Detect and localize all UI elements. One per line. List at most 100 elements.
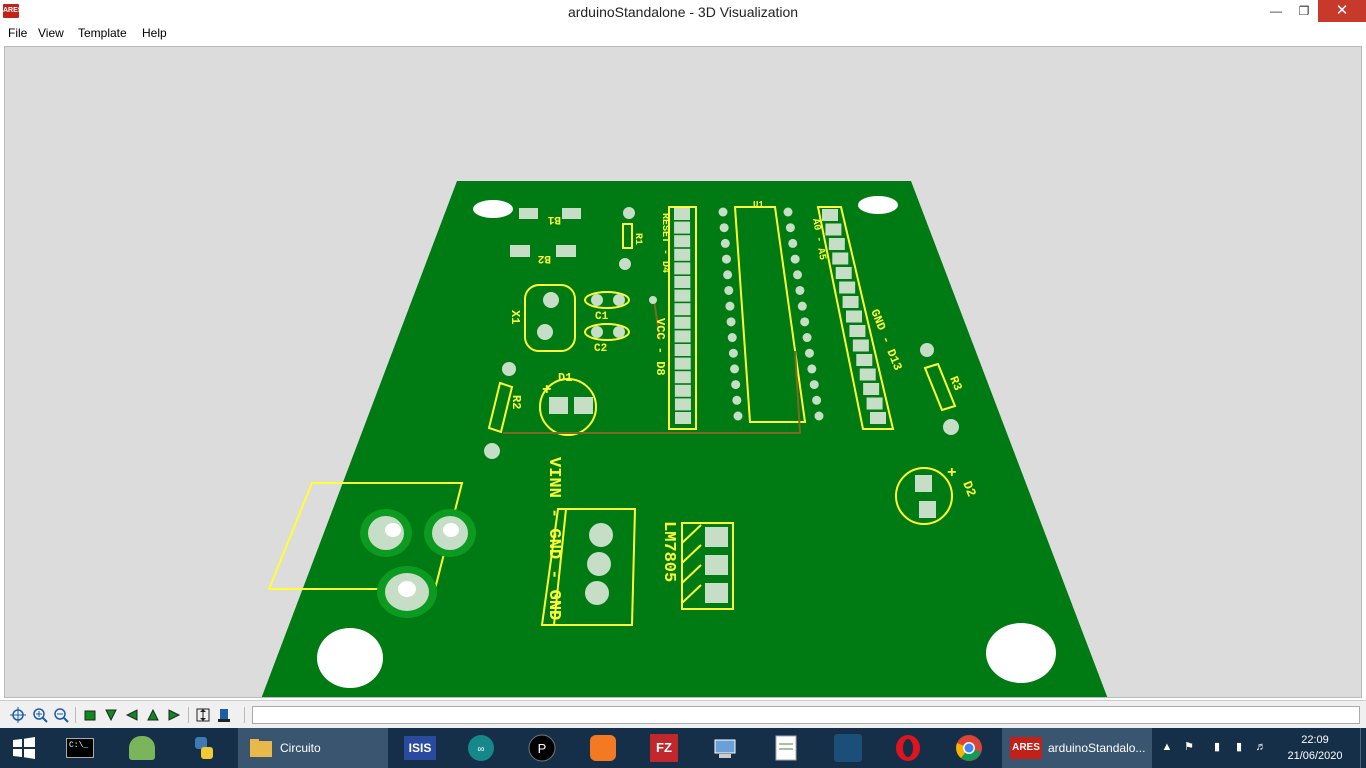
mounting-hole <box>858 196 898 214</box>
svg-text:P: P <box>538 741 547 756</box>
pcb-3d-view[interactable]: B1 B2 R1 X1 C1 C2 D1 + R2 RESET - D4 VCC… <box>5 47 1362 698</box>
pcb-pad <box>863 383 880 395</box>
notepad-icon <box>775 735 797 761</box>
pcb-pad <box>674 276 691 288</box>
pcb-pad <box>790 254 800 264</box>
pcb-pad <box>674 248 691 261</box>
title-bar: ARES arduinoStandalone - 3D Visualizatio… <box>0 0 1366 24</box>
pcb-pad <box>726 317 736 327</box>
pcb-pad <box>788 238 798 248</box>
pcb-pad <box>674 208 690 220</box>
pcb-pad <box>723 270 733 280</box>
label-vcc-d8: VCC - D8 <box>653 318 667 376</box>
back-view-icon[interactable] <box>144 706 162 724</box>
windows-icon <box>13 737 35 759</box>
pcb-pad <box>675 412 691 424</box>
svg-text:∞: ∞ <box>477 744 484 755</box>
taskbar-pycharm[interactable]: P <box>518 728 566 768</box>
pcb-pad <box>728 348 738 358</box>
toolbar-separator <box>188 707 189 723</box>
mounting-hole <box>317 628 383 688</box>
menu-file[interactable]: File <box>8 26 27 40</box>
isis-icon: ISIS <box>404 736 436 760</box>
taskbar-cmd[interactable]: C:\_ <box>56 728 104 768</box>
front-view-icon[interactable] <box>102 706 120 724</box>
pcb-pad <box>730 364 740 374</box>
3d-viewport[interactable]: B1 B2 R1 X1 C1 C2 D1 + R2 RESET - D4 VCC… <box>4 46 1362 698</box>
pcb-pad <box>674 330 691 343</box>
label-u1: U1 <box>753 200 764 210</box>
show-desktop-button[interactable] <box>1360 728 1366 768</box>
pcb-pad <box>674 303 691 316</box>
pcb-pad <box>674 262 691 275</box>
height-icon[interactable] <box>194 706 212 724</box>
taskbar-network[interactable] <box>701 728 749 768</box>
label-d1: D1 <box>558 371 572 385</box>
taskbar-mysql[interactable] <box>824 728 872 768</box>
start-button[interactable] <box>0 728 48 768</box>
taskbar-xampp[interactable] <box>579 728 627 768</box>
pcb-pad <box>674 357 691 370</box>
mounting-hole <box>473 200 513 218</box>
clock[interactable]: 22:09 21/06/2020 <box>1282 732 1348 764</box>
zoom-out-icon[interactable] <box>52 706 70 724</box>
flag-icon[interactable]: ⚑ <box>1182 740 1196 754</box>
pycharm-icon: P <box>528 734 556 762</box>
pcb-pad <box>674 371 691 384</box>
pcb-pad <box>797 301 807 311</box>
label-vinn-gnd-gnd: VINN - GND - GND <box>544 457 563 620</box>
taskbar-isis[interactable]: ISIS <box>396 728 444 768</box>
mysql-icon <box>834 734 862 762</box>
pcb-pad <box>732 395 742 405</box>
zoom-in-icon[interactable] <box>31 706 49 724</box>
pcb-pad <box>727 333 737 343</box>
pcb-pad <box>835 267 852 279</box>
taskbar-android-studio[interactable] <box>118 728 166 768</box>
menu-help[interactable]: Help <box>142 26 167 40</box>
taskbar-python[interactable] <box>180 728 228 768</box>
pcb-pad <box>674 316 691 329</box>
taskbar-arduino[interactable]: ∞ <box>457 728 505 768</box>
pcb-pad <box>859 368 876 381</box>
right-view-icon[interactable] <box>165 706 183 724</box>
pcb-pad <box>802 333 812 343</box>
taskbar-file-explorer[interactable]: Circuito <box>238 728 388 768</box>
component-icon[interactable] <box>215 706 233 724</box>
taskbar-opera[interactable] <box>884 728 932 768</box>
pcb-pad <box>870 412 886 424</box>
toolbar-separator <box>244 707 245 723</box>
pcb-pad <box>718 207 728 217</box>
pcb-pad <box>846 310 862 323</box>
minimize-button[interactable]: — <box>1262 0 1290 22</box>
left-view-icon[interactable] <box>123 706 141 724</box>
pcb-pad <box>674 221 691 234</box>
pcb-pad <box>809 380 819 390</box>
pcb-pad <box>800 317 810 327</box>
maximize-button[interactable]: ❐ <box>1290 0 1318 22</box>
pcb-pad <box>720 238 730 248</box>
pan-icon[interactable] <box>9 706 27 724</box>
status-field <box>252 706 1360 724</box>
taskbar-filezilla[interactable]: FZ <box>640 728 688 768</box>
battery-icon[interactable]: ▮ <box>1210 740 1224 754</box>
menu-view[interactable]: View <box>38 26 64 40</box>
taskbar-chrome[interactable] <box>945 728 993 768</box>
label-b2: B2 <box>538 252 551 264</box>
taskbar-ares[interactable]: ARES arduinoStandalo... <box>1002 728 1152 768</box>
folder-icon <box>250 739 272 757</box>
volume-icon[interactable]: ♬ <box>1254 740 1268 754</box>
pcb-pad <box>674 398 691 411</box>
label-plus-d2: + <box>947 464 957 482</box>
pcb-pad <box>839 281 856 294</box>
menu-template[interactable]: Template <box>78 26 127 40</box>
tray-overflow-icon[interactable]: ▲ <box>1160 740 1174 754</box>
taskbar-notepad[interactable] <box>762 728 810 768</box>
filezilla-icon: FZ <box>650 734 678 762</box>
signal-icon[interactable]: ▮ <box>1232 740 1246 754</box>
label-c2: C2 <box>594 343 607 355</box>
view-toolbar <box>0 700 1366 728</box>
pcb-pad <box>814 411 824 421</box>
chrome-icon <box>956 735 982 761</box>
top-view-icon[interactable] <box>81 706 99 724</box>
close-button[interactable]: ✕ <box>1318 0 1366 22</box>
